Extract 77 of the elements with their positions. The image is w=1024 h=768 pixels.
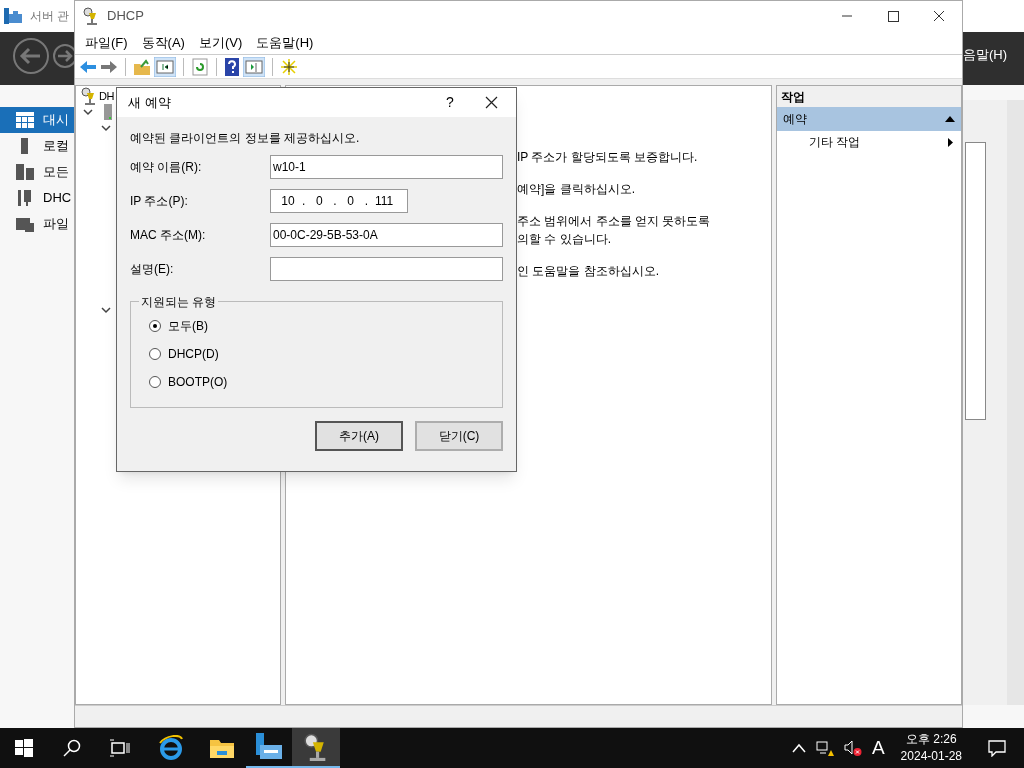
action-item[interactable]: 기타 작업 (777, 131, 961, 153)
back-button[interactable] (12, 37, 50, 75)
description-text: 예약]을 클릭하십시오. (517, 181, 636, 198)
folder-up-icon[interactable] (133, 57, 151, 76)
field-label: 예약 이름(R): (130, 159, 203, 176)
help-button[interactable]: ? (430, 88, 470, 117)
description-text: 주소 범위에서 주소를 얻지 못하도록 (517, 213, 711, 230)
speaker-muted-icon[interactable] (843, 739, 862, 757)
radio-button[interactable] (149, 319, 161, 332)
clock-time: 오후 2:26 (905, 731, 957, 748)
menu-item[interactable]: 동작(A) (135, 30, 191, 55)
server-manager-icon (4, 8, 22, 24)
menu-item[interactable]: 음말(H) (963, 45, 1008, 65)
menu-item[interactable]: 도움말(H) (250, 30, 320, 55)
servers-icon (16, 164, 34, 180)
start-button[interactable] (15, 739, 33, 757)
forward-arrow-icon[interactable] (100, 58, 118, 75)
server-icon (104, 104, 112, 120)
search-icon[interactable] (63, 739, 81, 757)
input-indicator[interactable]: A (871, 733, 885, 763)
server-manager-icon (256, 733, 282, 761)
notification-icon[interactable] (988, 739, 1006, 757)
input-field[interactable] (270, 257, 503, 281)
radio-option[interactable]: BOOTP(O) (149, 374, 502, 389)
dialog-button[interactable]: 추가(A) (315, 421, 403, 451)
window-title: 서버 관 (30, 8, 70, 25)
dialog-button[interactable]: 닫기(C) (415, 421, 503, 451)
nav-item[interactable]: DHC (0, 185, 75, 211)
folder-icon[interactable] (209, 737, 235, 759)
radio-button[interactable] (149, 347, 161, 360)
radio-button[interactable] (149, 375, 161, 388)
nav-item[interactable]: 로컬 (0, 133, 75, 159)
submenu-arrow-icon (948, 137, 953, 147)
clock[interactable]: 오후 2:26 2024-01-28 (894, 731, 968, 765)
help-icon[interactable] (224, 57, 240, 76)
browser-e-icon[interactable] (158, 735, 184, 761)
tree-item[interactable]: DH (99, 88, 114, 105)
menu-item[interactable]: 보기(V) (192, 30, 249, 55)
chevron-up-icon[interactable] (791, 743, 806, 753)
description-text: 의할 수 있습니다. (517, 231, 612, 248)
field-label: MAC 주소(M): (130, 227, 207, 244)
nav-item[interactable]: 대시 (0, 107, 75, 133)
ip-address-field[interactable]: 10 . 0 . 0 . 111 (270, 189, 408, 213)
radio-option[interactable]: 모두(B) (149, 318, 502, 333)
taskbar-app[interactable] (292, 728, 340, 768)
menu-item[interactable]: 파일(F) (79, 30, 134, 55)
chevron-icon[interactable] (101, 306, 111, 314)
refresh-icon[interactable] (191, 57, 209, 76)
back-arrow-icon[interactable] (79, 58, 97, 75)
nav-item[interactable]: 모든 (0, 159, 75, 185)
dashboard-icon (16, 112, 34, 128)
radio-option[interactable]: DHCP(D) (149, 346, 502, 361)
dhcp-icon (81, 87, 97, 105)
field-label: 설명(E): (130, 261, 175, 278)
star-burst-icon[interactable] (280, 57, 298, 76)
collapse-triangle-icon (945, 116, 955, 122)
description-text: 인 도움말을 참조하십시오. (517, 263, 660, 280)
forward-button[interactable] (52, 43, 74, 69)
section-label: 예약 (783, 111, 807, 128)
instruction-text: 예약된 클라이언트의 정보를 제공하십시오. (130, 130, 361, 147)
folder-icon (16, 216, 34, 232)
description-text: IP 주소가 할당되도록 보증합니다. (517, 149, 699, 166)
pane-toggle-icon[interactable] (154, 56, 176, 77)
clock-date: 2024-01-28 (900, 748, 962, 765)
network-warning-icon[interactable] (815, 739, 834, 757)
field-label: IP 주소(P): (130, 193, 189, 210)
dialog-title: 새 예약 (128, 93, 171, 112)
tool-icon (16, 190, 34, 206)
input-field[interactable]: w10-1 (270, 155, 503, 179)
section-header[interactable]: 예약 (777, 107, 961, 131)
dhcp-icon (83, 7, 99, 25)
action-label: 기타 작업 (809, 134, 861, 151)
pane-header: 작업 (777, 86, 961, 107)
nav-item[interactable]: 파일 (0, 211, 75, 237)
window-title: DHCP (107, 7, 144, 26)
task-view-icon[interactable] (110, 739, 130, 757)
input-field[interactable]: 00-0C-29-5B-53-0A (270, 223, 503, 247)
